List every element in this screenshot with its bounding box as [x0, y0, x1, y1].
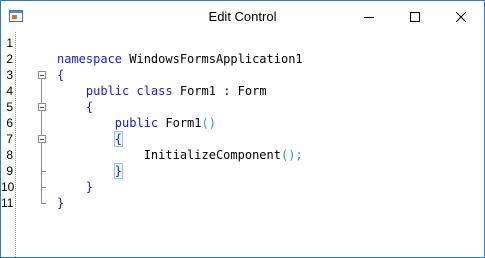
fold-collapse-icon[interactable]	[38, 71, 46, 79]
fold-guide	[41, 143, 42, 203]
line-number: 10	[1, 180, 15, 194]
code-token: {	[85, 100, 94, 114]
code-token: ;	[295, 148, 303, 162]
maximize-icon	[410, 11, 420, 22]
fold-end-marker	[41, 203, 46, 204]
line-number: 11	[1, 196, 14, 210]
code-token: public	[85, 84, 130, 98]
fold-guide	[41, 79, 42, 103]
code-line[interactable]: {	[57, 131, 124, 147]
code-line[interactable]: }	[57, 195, 64, 211]
edit-control-window: Edit Control 1 2 3 4 5 6 7 8 9 10 11 namespace Win…	[0, 0, 485, 258]
code-token: {	[57, 68, 65, 82]
line-number: 6	[6, 116, 13, 130]
fold-collapse-icon[interactable]	[38, 103, 46, 111]
close-button[interactable]	[438, 1, 484, 32]
line-number: 9	[6, 164, 13, 178]
maximize-button[interactable]	[392, 1, 438, 32]
line-number: 8	[6, 148, 13, 162]
line-number: 7	[6, 132, 13, 146]
line-number: 1	[6, 36, 13, 50]
code-token: ()	[201, 116, 216, 130]
code-token: class	[136, 84, 173, 98]
code-token: }	[113, 163, 124, 179]
code-token: InitializeComponent	[143, 148, 281, 162]
minimize-button[interactable]	[346, 1, 392, 32]
close-icon	[456, 11, 466, 22]
code-token: }	[57, 196, 65, 210]
fold-end-marker	[41, 171, 46, 172]
code-token: ()	[280, 148, 296, 162]
line-number: 5	[6, 100, 13, 114]
fold-collapse-icon[interactable]	[38, 135, 46, 143]
code-token: }	[85, 180, 94, 194]
code-line[interactable]: namespace WindowsFormsApplication1	[57, 51, 303, 67]
code-token: public	[114, 116, 159, 130]
code-line[interactable]: {	[57, 99, 93, 115]
title-bar[interactable]: Edit Control	[1, 1, 484, 32]
line-number: 2	[6, 52, 13, 66]
code-line[interactable]: }	[57, 179, 93, 195]
code-token: WindowsFormsApplication1	[122, 52, 303, 66]
code-token: Form1	[158, 116, 202, 130]
code-editor[interactable]: 1 2 3 4 5 6 7 8 9 10 11 namespace WindowsFormsAppl…	[1, 32, 484, 257]
code-token: namespace	[57, 52, 123, 66]
fold-guide	[41, 111, 42, 135]
code-token: Form1 : Form	[172, 84, 267, 98]
code-token: {	[113, 131, 124, 147]
gutter-separator	[15, 32, 16, 257]
fold-end-marker	[41, 187, 46, 188]
code-line[interactable]: }	[57, 163, 124, 179]
line-number: 4	[6, 84, 13, 98]
code-line[interactable]: {	[57, 67, 64, 83]
code-line[interactable]: public class Form1 : Form	[57, 83, 267, 99]
code-line[interactable]: InitializeComponent();	[57, 147, 303, 163]
minimize-icon	[364, 16, 374, 18]
code-line[interactable]: public Form1()	[57, 115, 216, 131]
line-number: 3	[6, 68, 13, 82]
